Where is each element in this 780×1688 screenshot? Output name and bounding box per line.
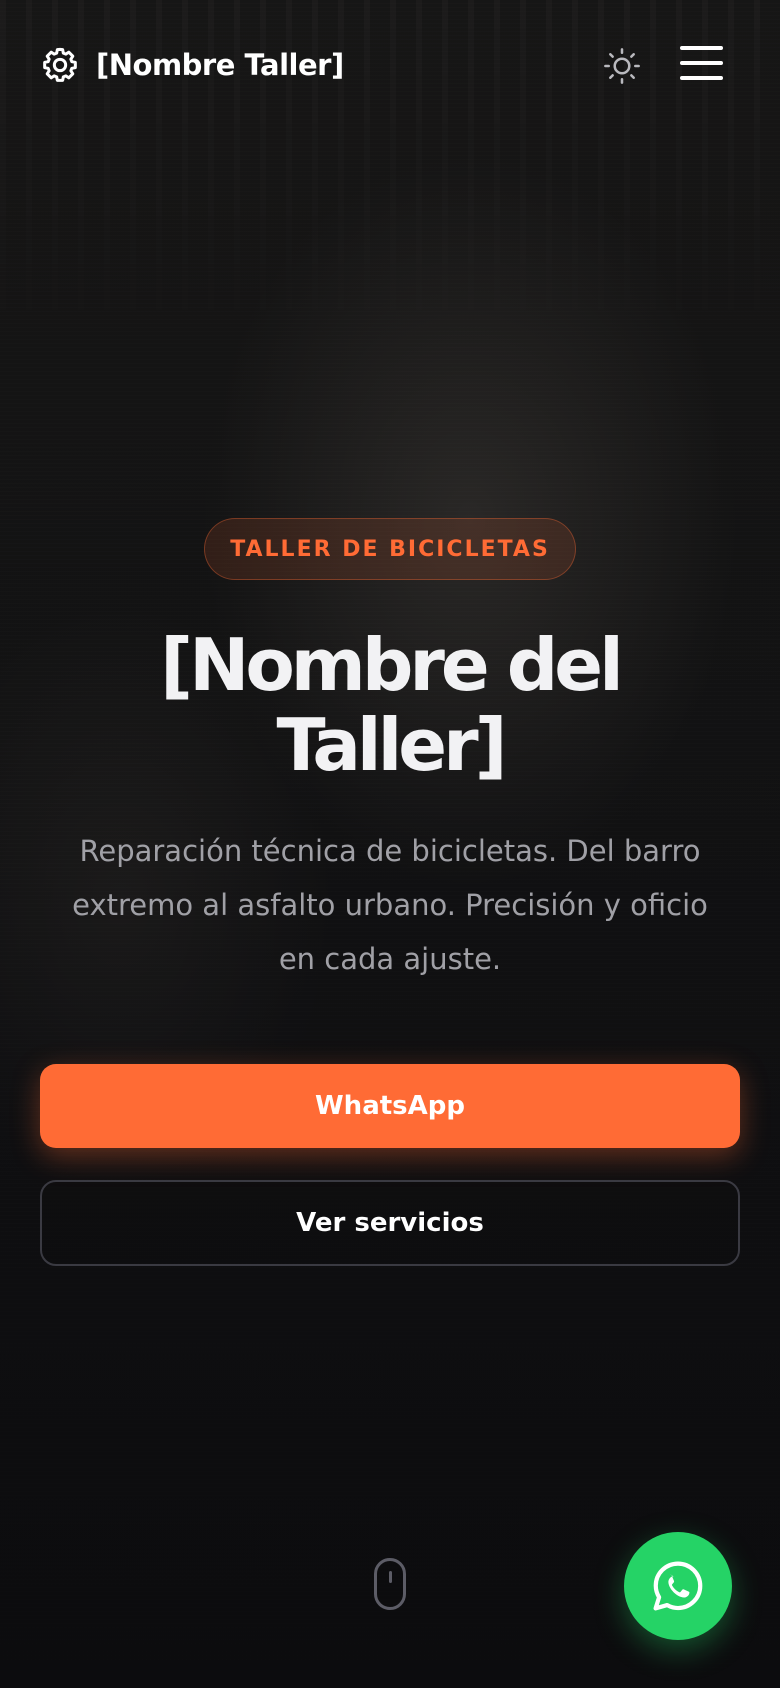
whatsapp-icon xyxy=(653,1561,703,1611)
brand-name: [Nombre Taller] xyxy=(96,48,344,82)
category-badge: TALLER DE BICICLETAS xyxy=(204,518,576,580)
mouse-scroll-icon[interactable] xyxy=(374,1558,406,1610)
scroll-wheel-dot xyxy=(388,1571,392,1583)
hero-subtitle: Reparación técnica de bicicletas. Del ba… xyxy=(72,834,708,976)
view-services-button[interactable]: Ver servicios xyxy=(40,1180,740,1266)
top-nav: [Nombre Taller] xyxy=(0,0,780,130)
gear-icon xyxy=(43,47,77,82)
hero-title: [Nombre del Taller] xyxy=(90,625,690,785)
hero-title-line-2: Taller] xyxy=(276,703,507,787)
whatsapp-button[interactable]: WhatsApp xyxy=(40,1064,740,1148)
whatsapp-floating-button[interactable] xyxy=(624,1532,732,1640)
hero-title-line-1: [Nombre del xyxy=(160,623,624,707)
sun-icon xyxy=(604,48,640,84)
menu-button[interactable] xyxy=(678,44,724,82)
theme-toggle-button[interactable] xyxy=(600,44,644,88)
brand-link[interactable]: [Nombre Taller] xyxy=(40,44,344,86)
hero-page: [Nombre Taller] TALLER DE BICICLETAS [No… xyxy=(0,0,780,1688)
